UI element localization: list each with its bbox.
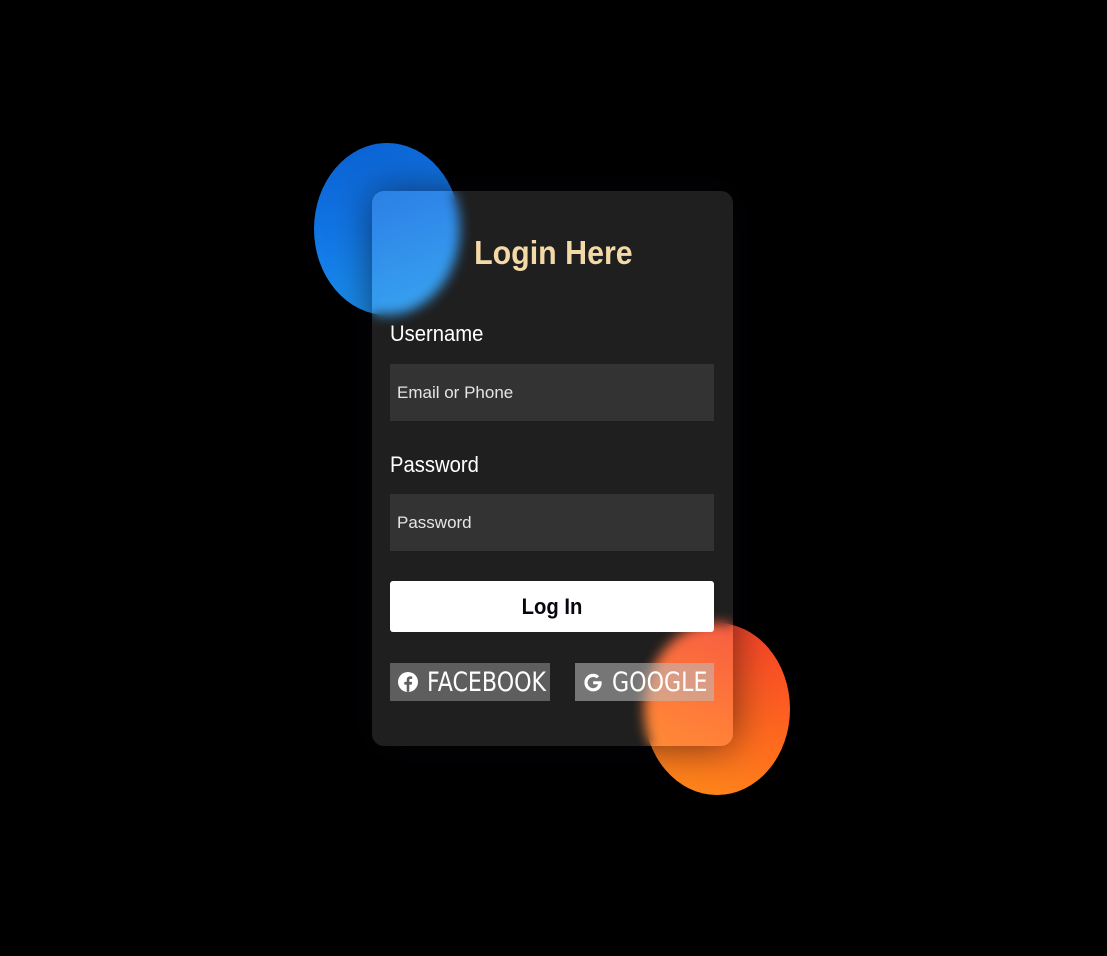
login-title: Login Here bbox=[474, 234, 633, 271]
google-label: GOOGLE bbox=[612, 666, 708, 698]
password-label: Password bbox=[390, 452, 479, 477]
google-icon bbox=[582, 671, 604, 693]
login-page: Login Here Username Password Log In FACE… bbox=[0, 0, 1107, 956]
username-label: Username bbox=[390, 321, 484, 346]
google-login-button[interactable]: GOOGLE bbox=[575, 663, 714, 701]
username-input[interactable] bbox=[390, 364, 714, 421]
facebook-login-button[interactable]: FACEBOOK bbox=[390, 663, 550, 701]
facebook-icon bbox=[397, 671, 419, 693]
facebook-label: FACEBOOK bbox=[427, 666, 547, 698]
login-button[interactable]: Log In bbox=[390, 581, 714, 632]
password-input[interactable] bbox=[390, 494, 714, 551]
login-button-label: Log In bbox=[521, 593, 583, 619]
